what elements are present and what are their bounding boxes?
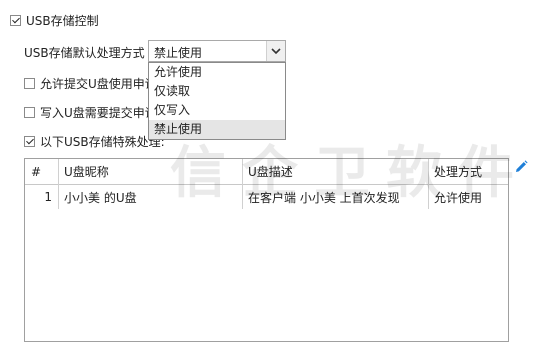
- dropdown-option-forbid[interactable]: 禁止使用: [149, 120, 285, 139]
- header-index: #: [31, 164, 42, 179]
- allow-request-checkbox[interactable]: [24, 78, 35, 89]
- header-nickname: U盘昵称: [64, 165, 109, 179]
- dropdown-option-allow[interactable]: 允许使用: [149, 63, 285, 82]
- column-divider: [58, 159, 59, 209]
- special-usb-label: 以下USB存储特殊处理:: [40, 135, 165, 149]
- special-usb-checkbox-row[interactable]: 以下USB存储特殊处理:: [24, 133, 165, 150]
- dropdown-option-write-only[interactable]: 仅写入: [149, 101, 285, 120]
- row-nickname: 小小美 的U盘: [64, 190, 137, 205]
- write-request-checkbox-row[interactable]: 写入U盘需要提交申请: [24, 104, 157, 121]
- default-action-label: USB存储默认处理方式: [24, 46, 145, 60]
- write-request-label: 写入U盘需要提交申请: [40, 106, 157, 120]
- special-usb-checkbox[interactable]: [24, 136, 35, 147]
- edit-pencil-icon[interactable]: [514, 160, 528, 177]
- default-action-dropdown: 允许使用 仅读取 仅写入 禁止使用: [148, 62, 286, 140]
- usb-control-label: USB存储控制: [26, 14, 99, 28]
- default-action-selected-value: 禁止使用: [154, 46, 203, 60]
- table-header: # U盘昵称 U盘描述 处理方式: [25, 159, 508, 185]
- allow-request-checkbox-row[interactable]: 允许提交U盘使用申请: [24, 75, 157, 92]
- row-index: 1: [44, 190, 52, 204]
- header-description: U盘描述: [248, 165, 293, 179]
- row-action: 允许使用: [434, 190, 483, 205]
- write-request-checkbox[interactable]: [24, 107, 35, 118]
- special-usb-table: # U盘昵称 U盘描述 处理方式 1 小小美 的U盘 在客户端 小小美 上首次发…: [24, 158, 509, 342]
- default-action-select[interactable]: 禁止使用: [148, 40, 286, 62]
- row-description: 在客户端 小小美 上首次发现: [248, 190, 400, 205]
- header-action: 处理方式: [434, 165, 483, 179]
- chevron-down-icon[interactable]: [266, 41, 285, 61]
- column-divider: [242, 159, 243, 209]
- table-row[interactable]: 1 小小美 的U盘 在客户端 小小美 上首次发现 允许使用: [25, 185, 508, 209]
- usb-control-checkbox[interactable]: [10, 15, 21, 26]
- column-divider: [428, 159, 429, 209]
- dropdown-option-read-only[interactable]: 仅读取: [149, 82, 285, 101]
- usb-control-checkbox-row[interactable]: USB存储控制: [10, 12, 99, 29]
- allow-request-label: 允许提交U盘使用申请: [40, 77, 157, 91]
